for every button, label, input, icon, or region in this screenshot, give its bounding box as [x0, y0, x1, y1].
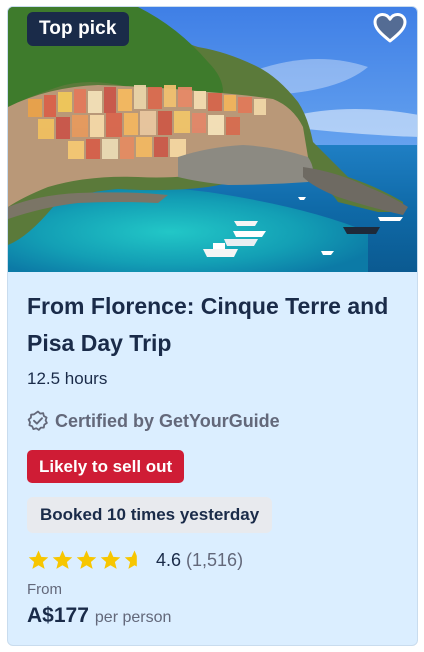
wishlist-button[interactable]	[371, 9, 409, 47]
likely-to-sell-out-badge: Likely to sell out	[27, 450, 185, 483]
star-icon	[124, 549, 137, 569]
activity-photo[interactable]: Top pick	[8, 7, 417, 272]
star-icon	[28, 549, 49, 569]
top-pick-badge: Top pick	[27, 12, 129, 46]
price-row: A$177 per person	[27, 604, 171, 628]
rating-value: 4.6	[156, 549, 182, 570]
price-from-label: From	[27, 581, 62, 598]
rating-row: 4.6 (1,516)	[27, 547, 243, 573]
review-count: (1,516)	[186, 549, 244, 570]
star-rating	[27, 549, 146, 572]
heart-icon	[373, 13, 407, 43]
duration-text: 12.5 hours	[27, 369, 108, 388]
booked-count-badge: Booked 10 times yesterday	[27, 497, 273, 533]
star-icon	[76, 549, 97, 569]
activity-card[interactable]: Top pick From Florence: Cinque Terre and…	[7, 6, 418, 646]
star-icon	[52, 549, 73, 569]
price-unit: per person	[94, 609, 172, 626]
certified-row: Certified by GetYourGuide	[27, 410, 280, 432]
certified-label: Certified by GetYourGuide	[55, 410, 280, 431]
activity-title[interactable]: From Florence: Cinque Terre and Pisa Day…	[27, 288, 397, 362]
coastal-village-photo	[8, 7, 417, 272]
shield-check-icon	[27, 410, 48, 431]
star-icon	[100, 549, 121, 569]
price-amount: A$177	[27, 604, 89, 627]
